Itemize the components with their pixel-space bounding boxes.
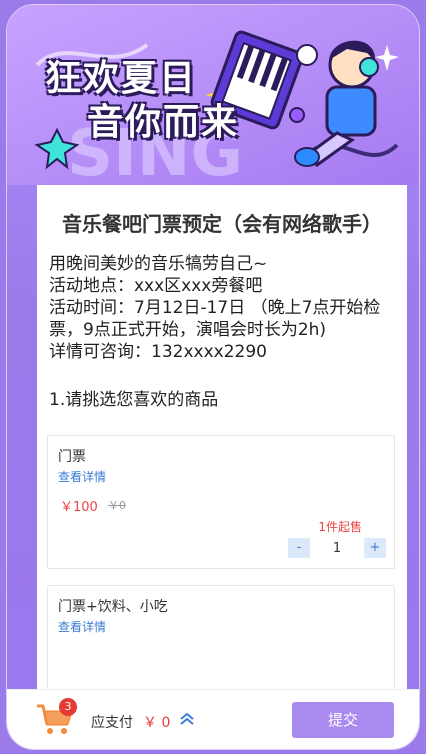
product-original-price: ￥0	[108, 499, 126, 512]
pay-amount: ￥ 0	[143, 715, 171, 731]
submit-button[interactable]: 提交	[292, 702, 394, 738]
view-details-link[interactable]: 查看详情	[58, 618, 106, 635]
banner-title-line1: 狂欢夏日	[45, 58, 198, 99]
page-title: 音乐餐吧门票预定（会有网络歌手）	[62, 212, 382, 236]
product-name: 门票+饮料、小吃	[58, 599, 168, 615]
product-price: ￥100	[60, 500, 98, 515]
cart-count-badge: 3	[59, 698, 77, 716]
pay-label: 应支付	[91, 715, 133, 731]
banner-title: 狂欢夏日 音你而来	[45, 57, 239, 145]
event-banner: SING 狂欢夏日 音你而来	[7, 5, 419, 185]
section-prompt: 1.请挑选您喜欢的商品	[49, 390, 219, 410]
desc-line: 活动地点：xxx区xxx旁餐吧	[49, 276, 263, 296]
phone-frame: SING 狂欢夏日 音你而来 音乐餐吧门票预定（会有网络歌手） 用晚间美妙的音乐…	[6, 4, 420, 750]
decrease-button[interactable]: -	[288, 538, 310, 558]
quantity-value[interactable]: 1	[310, 541, 364, 556]
product-card: 门票+饮料、小吃 查看详情	[47, 585, 395, 705]
banner-title-line2: 音你而来	[87, 102, 240, 143]
event-card: 音乐餐吧门票预定（会有网络歌手） 用晚间美妙的音乐犒劳自己~ 活动地点：xxx区…	[37, 185, 407, 705]
event-description: 用晚间美妙的音乐犒劳自己~ 活动地点：xxx区xxx旁餐吧 活动时间：7月12日…	[37, 237, 407, 385]
checkout-bar: 3 应支付 ￥ 0 提交	[7, 689, 419, 749]
desc-line: 活动时间：7月12日-17日 （晚上7点开始检票，9点正式开始，演唱会时长为2h…	[49, 298, 381, 340]
increase-button[interactable]: +	[364, 538, 386, 558]
product-name: 门票	[58, 449, 86, 465]
view-details-link[interactable]: 查看详情	[58, 468, 106, 485]
product-card: 门票 查看详情 ￥100 ￥0 1件起售 - 1 +	[47, 435, 395, 569]
chevron-up-icon[interactable]	[179, 712, 195, 726]
quantity-stepper: - 1 +	[288, 538, 386, 558]
min-purchase-label: 1件起售	[318, 520, 362, 534]
desc-line: 用晚间美妙的音乐犒劳自己~	[49, 254, 268, 274]
desc-line: 详情可咨询：132xxxx2290	[49, 342, 267, 362]
